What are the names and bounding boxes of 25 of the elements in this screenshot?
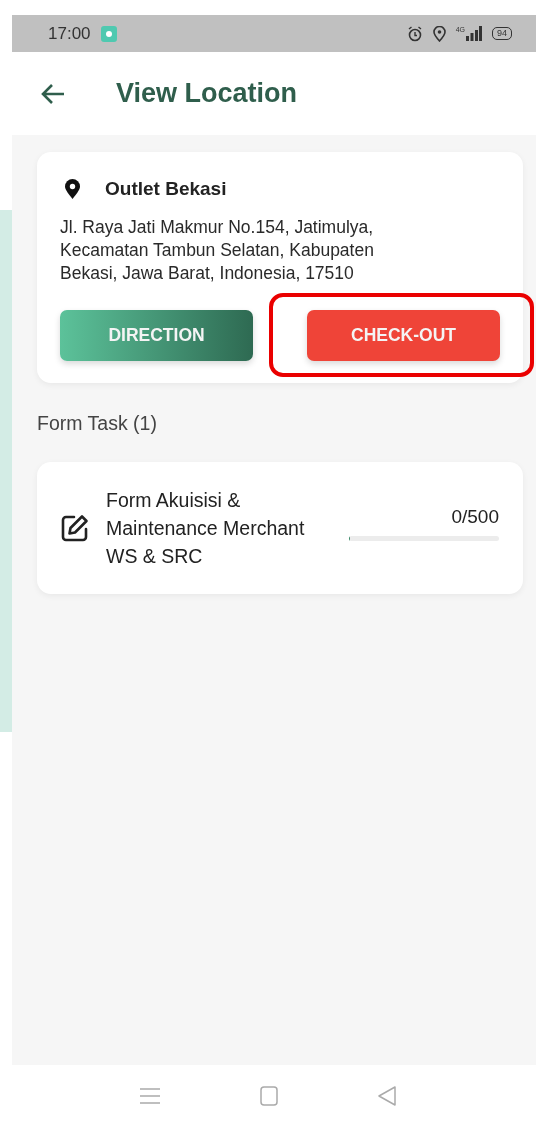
alarm-icon <box>406 25 423 42</box>
battery-icon: 94 <box>492 27 512 40</box>
square-icon <box>260 1085 278 1106</box>
page-title: View Location <box>116 78 298 109</box>
form-title: Form Akuisisi & Maintenance Merchant WS & SRC <box>106 488 306 569</box>
location-icon <box>432 25 446 42</box>
back-nav-button[interactable] <box>378 1085 396 1106</box>
direction-button[interactable]: DIRECTION <box>60 310 253 361</box>
outlet-address: Jl. Raya Jati Makmur No.154, Jatimulya, Kecamatan Tambun Selatan, Kabupaten Bekasi, Jawa Barat, Indonesia, 17510 <box>60 216 375 285</box>
section-heading: Form Task (1) <box>37 412 158 435</box>
signal-icon <box>466 26 482 41</box>
form-task-card[interactable]: Form Akuisisi & Maintenance Merchant WS & SRC 0/500 <box>37 462 523 594</box>
menu-button[interactable] <box>140 1086 160 1105</box>
edit-icon <box>60 513 90 543</box>
back-button[interactable] <box>40 82 66 105</box>
app-notification-icon <box>100 25 117 42</box>
back-arrow-icon <box>40 82 66 105</box>
check-out-button[interactable]: CHECK-OUT <box>307 310 500 361</box>
progress-count: 0/500 <box>451 505 499 528</box>
map-pin-icon <box>65 179 80 199</box>
status-time: 17:00 <box>48 23 91 44</box>
outlet-name: Outlet Bekasi <box>105 178 227 200</box>
triangle-back-icon <box>378 1085 396 1106</box>
menu-icon <box>140 1086 160 1105</box>
home-button[interactable] <box>260 1085 278 1106</box>
